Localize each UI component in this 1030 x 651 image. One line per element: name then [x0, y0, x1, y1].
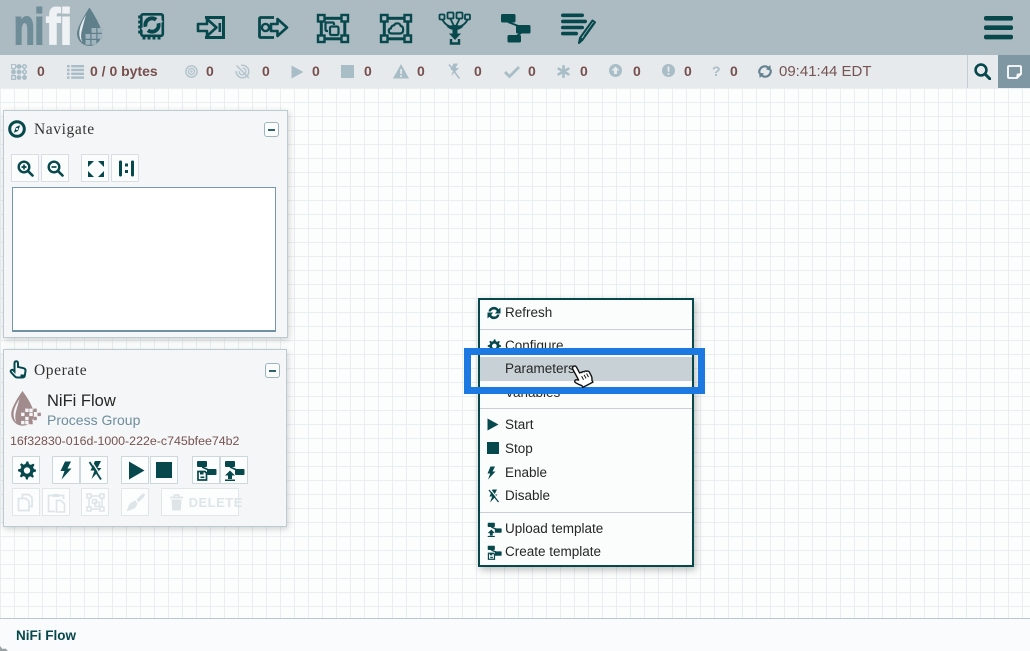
svg-text:fi: fi	[46, 0, 72, 55]
svg-text:ni: ni	[14, 0, 44, 55]
